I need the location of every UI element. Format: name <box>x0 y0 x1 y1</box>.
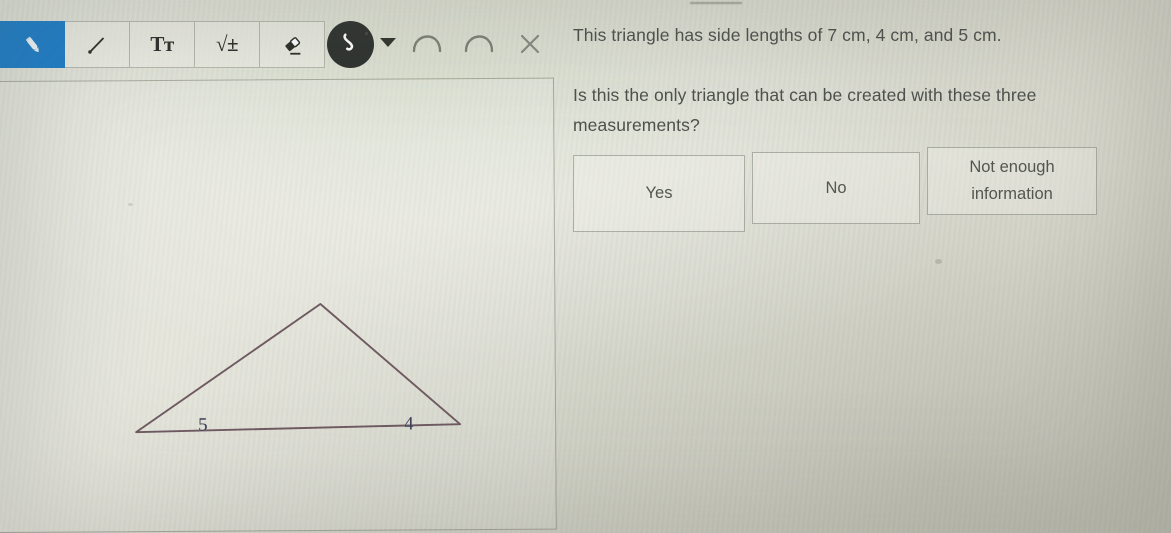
eraser-icon <box>279 31 306 58</box>
triangle-figure <box>135 303 462 434</box>
scan-artifact <box>690 2 742 4</box>
text-format-icon: Tт <box>150 32 174 56</box>
answer-option-not-enough-information-label: Not enough information <box>969 158 1055 203</box>
redo-arc-icon <box>462 35 496 62</box>
problem-statement: This triangle has side lengths of 7 cm, … <box>573 25 1002 45</box>
pencil-icon <box>20 32 46 58</box>
answer-option-yes[interactable]: Yes <box>573 155 745 232</box>
line-icon <box>84 32 110 58</box>
ink-speck <box>935 259 942 264</box>
drawing-toolbar: Tт √± <box>0 21 325 68</box>
chevron-down-icon[interactable] <box>380 38 396 47</box>
answer-option-yes-label: Yes <box>645 184 673 202</box>
close-button[interactable] <box>516 30 544 58</box>
line-tool[interactable] <box>65 21 130 68</box>
answer-choices: Yes No Not enough information <box>573 147 1097 232</box>
close-x-icon <box>516 34 544 62</box>
ink-speck <box>128 203 133 206</box>
math-tool[interactable]: √± <box>195 21 260 68</box>
question-panel: This triangle has side lengths of 7 cm, … <box>573 20 1118 140</box>
eraser-tool[interactable] <box>260 21 325 68</box>
square-root-icon: √± <box>215 32 239 56</box>
ink-speck <box>365 32 368 35</box>
drawing-canvas[interactable]: 5 4 7 <box>0 77 557 533</box>
undo-button[interactable] <box>410 30 444 58</box>
pencil-tool[interactable] <box>0 21 65 68</box>
redo-button[interactable] <box>462 30 496 58</box>
text-tool[interactable]: Tт <box>130 21 195 68</box>
answer-option-no[interactable]: No <box>752 152 920 224</box>
question-text: Is this the only triangle that can be cr… <box>573 85 1037 135</box>
stroke-style-button[interactable] <box>327 21 374 68</box>
answer-option-no-label: No <box>825 178 847 197</box>
answer-option-not-enough-information[interactable]: Not enough information <box>927 147 1097 215</box>
screenshot-root: Tт √± 5 4 This triangle has side lengths… <box>0 0 1171 533</box>
side-label-right: 4 <box>404 413 414 435</box>
undo-arc-icon <box>410 35 444 62</box>
squiggle-stroke-icon <box>336 27 366 62</box>
side-label-left: 5 <box>198 414 208 436</box>
